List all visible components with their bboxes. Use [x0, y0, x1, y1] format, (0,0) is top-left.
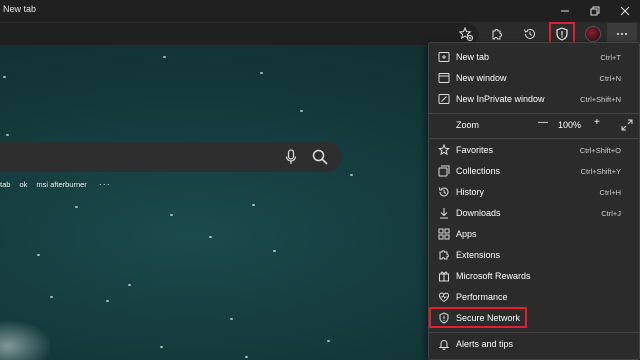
menu-item-microsoft-rewards[interactable]: Microsoft Rewards — [429, 266, 639, 286]
quick-link[interactable]: msi afterburner — [36, 180, 86, 189]
close-icon — [620, 6, 630, 16]
zoom-level: 100% — [558, 120, 582, 130]
quick-link[interactable]: ok — [19, 180, 27, 189]
favorites-icon — [438, 144, 450, 156]
apps-icon — [438, 228, 450, 240]
minimize-icon — [561, 10, 569, 12]
restore-icon — [590, 6, 600, 16]
alerts-bell-icon — [438, 340, 450, 350]
menu-item-collections[interactable]: Collections Ctrl+Shift+Y — [429, 161, 639, 181]
secure-network-highlight — [429, 307, 527, 328]
rewards-icon — [439, 271, 449, 282]
menu-item-extensions[interactable]: Extensions — [429, 245, 639, 265]
more-dots-icon — [617, 33, 627, 35]
quick-link[interactable]: tab — [0, 180, 10, 189]
restore-button[interactable] — [580, 0, 610, 22]
menu-item-apps[interactable]: Apps — [429, 224, 639, 244]
title-bar: New tab — [0, 0, 640, 22]
menu-item-zoom: Zoom — 100% + — [429, 115, 639, 135]
menu-item-favorites[interactable]: Favorites Ctrl+Shift+O — [429, 140, 639, 160]
collections-icon — [438, 165, 450, 177]
puzzle-icon — [492, 29, 502, 40]
quick-links-more-button[interactable]: ··· — [99, 179, 111, 189]
address-bar[interactable] — [0, 23, 478, 45]
menu-item-new-window[interactable]: New window Ctrl+N — [429, 68, 639, 88]
wave-foam — [0, 321, 50, 360]
microphone-icon[interactable] — [283, 149, 299, 165]
new-window-icon — [438, 73, 450, 83]
history-clock-icon — [524, 28, 535, 39]
performance-icon — [438, 292, 450, 303]
menu-item-alerts-and-tips[interactable]: Alerts and tips — [429, 334, 639, 354]
quick-links: tab ok msi afterburner ··· — [0, 178, 120, 190]
fullscreen-icon[interactable] — [621, 119, 633, 131]
menu-item-new-inprivate-window[interactable]: New InPrivate window Ctrl+Shift+N — [429, 89, 639, 109]
shield-icon — [556, 27, 568, 41]
downloads-icon — [440, 208, 448, 219]
new-tab-icon — [438, 52, 450, 62]
menu-item-downloads[interactable]: Downloads Ctrl+J — [429, 203, 639, 223]
minimize-button[interactable] — [550, 0, 580, 22]
menu-item-performance[interactable]: Performance — [429, 287, 639, 307]
extensions-icon — [439, 250, 449, 260]
history-icon — [438, 187, 449, 197]
zoom-out-button[interactable]: — — [538, 117, 548, 128]
avatar — [585, 26, 601, 42]
star-add-icon — [459, 27, 473, 41]
close-button[interactable] — [610, 0, 640, 22]
web-search-box[interactable] — [0, 142, 342, 172]
zoom-in-button[interactable]: + — [594, 117, 600, 128]
menu-item-new-tab[interactable]: New tab Ctrl+T — [429, 47, 639, 67]
menu-item-history[interactable]: History Ctrl+H — [429, 182, 639, 202]
search-icon[interactable] — [311, 148, 329, 166]
inprivate-icon — [438, 94, 450, 104]
tab-title[interactable]: New tab — [3, 4, 36, 14]
